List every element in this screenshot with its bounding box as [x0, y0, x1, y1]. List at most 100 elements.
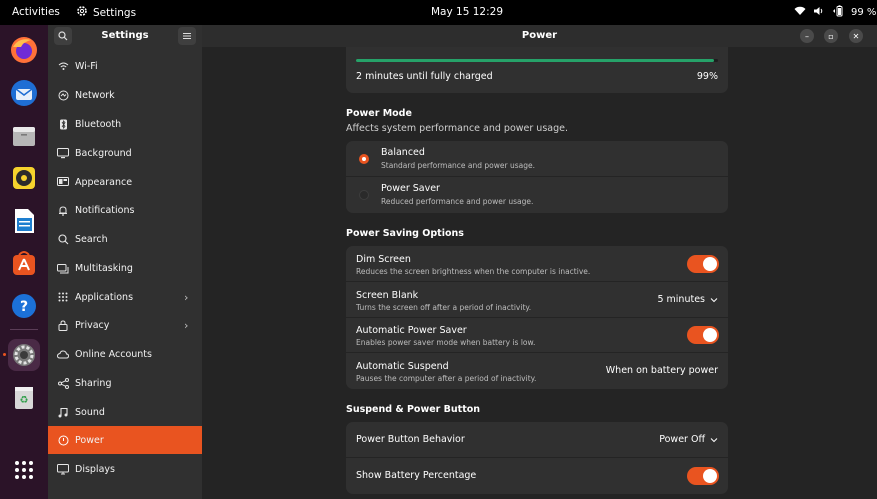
help-icon[interactable]: ? — [8, 290, 40, 322]
power-button-behavior-dropdown[interactable]: Power Off — [659, 434, 718, 445]
balanced-radio[interactable] — [359, 154, 369, 164]
dim-screen-toggle[interactable] — [687, 255, 719, 273]
restore-icon: ▫ — [828, 31, 834, 41]
auto-power-saver-toggle[interactable] — [687, 326, 719, 344]
firefox-icon[interactable] — [8, 34, 40, 66]
sidebar-item-bluetooth[interactable]: Bluetooth — [48, 110, 202, 138]
show-battery-percentage-toggle[interactable] — [687, 467, 719, 485]
sidebar-item-sound[interactable]: Sound — [48, 398, 202, 426]
appearance-icon — [57, 176, 69, 188]
hamburger-icon — [183, 33, 191, 39]
libreoffice-writer-icon[interactable] — [8, 205, 40, 237]
restore-button[interactable]: ▫ — [824, 29, 838, 43]
suspend-card: Power Button Behavior Power Off Show Bat… — [346, 422, 728, 494]
sidebar-item-label: Online Accounts — [75, 348, 152, 360]
sidebar-item-multitasking[interactable]: Multitasking — [48, 254, 202, 282]
cloud-icon — [57, 348, 69, 360]
sidebar-item-label: Displays — [75, 463, 115, 475]
network-icon — [57, 89, 69, 101]
lock-icon — [57, 319, 69, 331]
search-icon — [57, 233, 69, 245]
power-panel: Power – ▫ ✕ 2 minutes until fully charge… — [202, 25, 877, 499]
trash-icon[interactable]: ♻ — [8, 381, 40, 413]
settings-app-icon[interactable] — [8, 339, 40, 371]
screen-blank-row[interactable]: Screen Blank Turns the screen off after … — [346, 282, 728, 318]
grid-icon — [57, 291, 69, 303]
display-icon — [57, 463, 69, 475]
power-mode-saver[interactable]: Power Saver Reduced performance and powe… — [346, 177, 728, 213]
system-tray[interactable]: 99 % — [794, 5, 876, 20]
app-menu[interactable]: Settings — [76, 5, 136, 20]
volume-icon — [813, 6, 825, 19]
sidebar-item-search[interactable]: Search — [48, 225, 202, 253]
sidebar-item-background[interactable]: Background — [48, 139, 202, 167]
app-center-icon[interactable] — [8, 247, 40, 279]
power-button-behavior-row[interactable]: Power Button Behavior Power Off — [346, 422, 728, 458]
sidebar-item-applications[interactable]: Applications › — [48, 283, 202, 311]
sidebar-item-label: Search — [75, 233, 108, 245]
power-icon — [57, 434, 69, 446]
power-saver-radio[interactable] — [359, 190, 369, 200]
minimize-icon: – — [805, 31, 809, 41]
power-mode-card: Balanced Standard performance and power … — [346, 141, 728, 213]
sidebar-item-label: Applications — [75, 291, 134, 303]
screen-blank-dropdown[interactable]: 5 minutes — [657, 294, 718, 305]
screen-blank-title: Screen Blank — [356, 290, 419, 301]
sidebar-item-label: Power — [75, 434, 104, 446]
chevron-down-icon — [710, 437, 718, 442]
thunderbird-icon[interactable] — [8, 77, 40, 109]
app-menu-label: Settings — [93, 6, 137, 19]
auto-power-saver-title: Automatic Power Saver — [356, 325, 467, 336]
power-mode-subtitle: Affects system performance and power usa… — [346, 123, 568, 134]
screen-blank-desc: Turns the screen off after a period of i… — [356, 303, 532, 312]
header-bar: Power – ▫ ✕ — [202, 25, 877, 47]
sidebar-item-sharing[interactable]: Sharing — [48, 369, 202, 397]
activities-button[interactable]: Activities — [12, 6, 60, 18]
sidebar-header: Settings — [48, 25, 202, 47]
menu-button[interactable] — [178, 27, 196, 45]
power-mode-title: Power Mode — [346, 108, 412, 119]
dim-screen-title: Dim Screen — [356, 254, 411, 265]
svg-text:♻: ♻ — [20, 395, 29, 406]
dock: ? ♻ — [0, 25, 48, 499]
sidebar-item-displays[interactable]: Displays — [48, 455, 202, 483]
sidebar-item-power[interactable]: Power — [48, 426, 202, 454]
close-button[interactable]: ✕ — [849, 29, 863, 43]
screen-blank-value: 5 minutes — [657, 294, 705, 305]
files-icon[interactable] — [8, 120, 40, 152]
auto-suspend-row[interactable]: Automatic Suspend Pauses the computer af… — [346, 353, 728, 389]
minimize-button[interactable]: – — [800, 29, 814, 43]
power-saver-title: Power Saver — [381, 183, 440, 194]
sidebar-item-label: Bluetooth — [75, 118, 122, 130]
power-saver-desc: Reduced performance and power usage. — [381, 197, 534, 206]
power-mode-balanced[interactable]: Balanced Standard performance and power … — [346, 141, 728, 177]
rhythmbox-icon[interactable] — [8, 162, 40, 194]
balanced-title: Balanced — [381, 147, 425, 158]
top-bar: Activities Settings May 15 12:29 99 % — [0, 0, 877, 25]
sidebar-item-privacy[interactable]: Privacy › — [48, 311, 202, 339]
auto-power-saver-row: Automatic Power Saver Enables power save… — [346, 318, 728, 353]
page-title: Power — [521, 30, 558, 41]
sidebar-item-notifications[interactable]: Notifications — [48, 196, 202, 224]
sidebar-item-online-accounts[interactable]: Online Accounts — [48, 340, 202, 368]
wifi-status-icon — [794, 6, 806, 19]
music-note-icon — [57, 406, 69, 418]
chevron-right-icon: › — [184, 318, 189, 332]
sidebar-item-appearance[interactable]: Appearance — [48, 168, 202, 196]
sidebar-item-wifi[interactable]: Wi-Fi — [48, 52, 202, 80]
battery-status-text: 2 minutes until fully charged — [356, 71, 493, 82]
show-apps-icon[interactable] — [8, 454, 40, 486]
clock[interactable]: May 15 12:29 — [431, 6, 503, 18]
dim-screen-row: Dim Screen Reduces the screen brightness… — [346, 246, 728, 282]
sidebar-item-label: Privacy — [75, 319, 110, 331]
sidebar-item-label: Network — [75, 89, 115, 101]
running-indicator — [3, 353, 6, 356]
chevron-right-icon: › — [184, 290, 189, 304]
multitasking-icon — [57, 262, 69, 274]
sidebar-item-network[interactable]: Network — [48, 81, 202, 109]
auto-suspend-desc: Pauses the computer after a period of in… — [356, 374, 537, 383]
gear-icon — [76, 5, 88, 20]
sidebar-item-label: Wi-Fi — [75, 60, 98, 72]
power-button-behavior-title: Power Button Behavior — [356, 434, 465, 445]
sidebar-item-label: Sound — [75, 406, 105, 418]
